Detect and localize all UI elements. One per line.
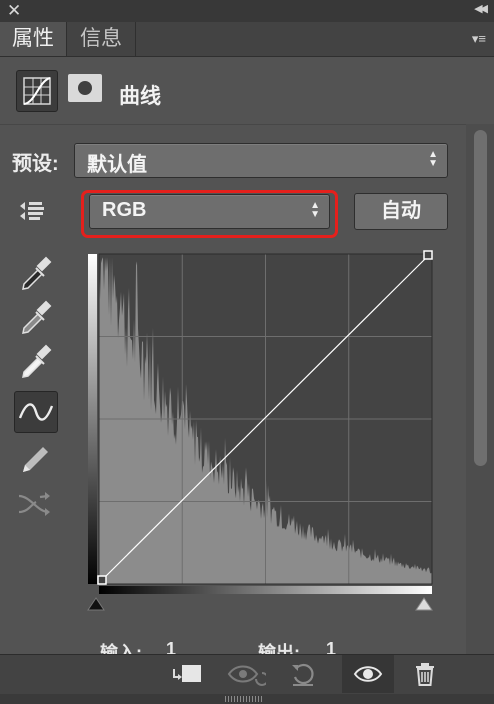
auto-button[interactable]: 自动 <box>354 193 448 230</box>
highlight-box <box>81 190 338 238</box>
delete-icon[interactable] <box>410 659 440 689</box>
panel-menu-icon[interactable]: ▾≡ <box>472 31 486 47</box>
scrollbar-thumb[interactable] <box>474 130 487 466</box>
mask-dot <box>78 81 92 95</box>
white-point-handle[interactable] <box>423 250 433 260</box>
tab-bar: 属性 信息 <box>0 22 494 57</box>
view-previous-state-icon[interactable] <box>226 659 269 689</box>
toggle-visibility-icon[interactable] <box>353 659 383 689</box>
curves-graph[interactable] <box>86 250 436 612</box>
black-input-slider[interactable] <box>87 597 105 611</box>
close-icon[interactable]: ✕ <box>7 1 21 21</box>
gray-point-eyedropper-icon[interactable] <box>14 296 56 336</box>
preset-label: 预设: <box>12 153 59 175</box>
curves-adjustment-icon[interactable] <box>16 70 58 112</box>
preset-value: 默认值 <box>87 154 147 176</box>
black-point-handle[interactable] <box>97 575 107 585</box>
black-point-eyedropper-icon[interactable] <box>14 252 56 292</box>
white-input-slider[interactable] <box>415 597 433 611</box>
updown-arrows-icon: ▲ ▼ <box>428 149 438 169</box>
output-gradient-bar <box>88 254 97 584</box>
collapse-icon[interactable]: ◀◀ <box>474 2 488 15</box>
white-point-eyedropper-icon[interactable] <box>14 340 56 380</box>
panel-titlebar <box>0 0 494 23</box>
tab-properties[interactable]: 属性 <box>0 22 67 56</box>
adjustment-title: 曲线 <box>119 85 161 108</box>
clip-to-layer-icon[interactable] <box>170 659 201 689</box>
pencil-draw-icon[interactable] <box>14 438 56 478</box>
input-gradient-bar <box>99 586 432 594</box>
preset-dropdown[interactable]: 默认值 ▲ ▼ <box>74 143 448 178</box>
reset-icon[interactable] <box>288 659 318 689</box>
tab-info[interactable]: 信息 <box>67 22 136 56</box>
mask-icon[interactable] <box>68 74 102 102</box>
on-image-adjust-icon[interactable] <box>14 190 56 230</box>
smooth-curve-icon[interactable] <box>14 484 56 524</box>
curve-edit-icon[interactable] <box>14 391 58 433</box>
grip-lines <box>225 696 263 702</box>
divider <box>0 124 466 125</box>
